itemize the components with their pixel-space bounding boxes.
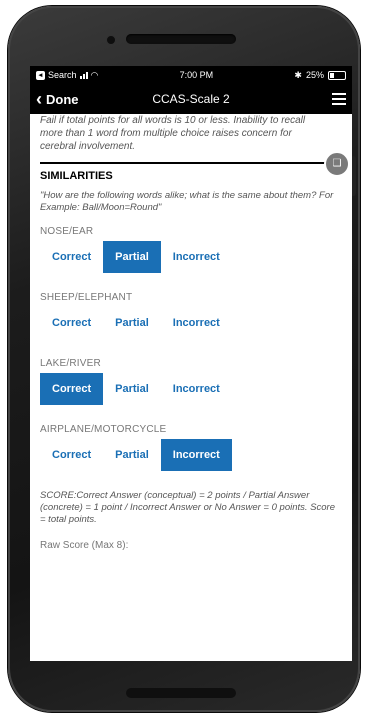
partial-button[interactable]: Partial <box>103 307 161 339</box>
incorrect-button[interactable]: Incorrect <box>161 373 232 405</box>
done-button[interactable]: ‹ Done <box>30 90 79 108</box>
item-label: AIRPLANE/MOTORCYCLE <box>40 424 167 435</box>
item-label: SHEEP/ELEPHANT <box>40 292 133 303</box>
choice-group: Correct Partial Incorrect <box>40 373 342 405</box>
screen: ◂ Search ◠ 7:00 PM ✱ 25% ‹ Done CCAS-Sca… <box>30 66 352 661</box>
choice-group: Correct Partial Incorrect <box>40 307 342 339</box>
section-title: SIMILARITIES <box>40 170 113 182</box>
raw-score-label: Raw Score (Max 8): <box>40 540 129 551</box>
choice-group: Correct Partial Incorrect <box>40 439 342 471</box>
battery-percent: 25% <box>305 70 324 80</box>
status-bar: ◂ Search ◠ 7:00 PM ✱ 25% <box>30 66 352 84</box>
item-sheep-elephant: SHEEP/ELEPHANT Correct Partial Incorrect <box>40 292 342 339</box>
item-airplane-motorcycle: AIRPLANE/MOTORCYCLE Correct Partial Inco… <box>40 424 342 471</box>
status-left: ◂ Search ◠ <box>36 70 98 81</box>
done-label: Done <box>46 91 79 107</box>
item-label: NOSE/EAR <box>40 226 94 237</box>
bottom-speaker-grille <box>126 688 236 698</box>
back-app-label[interactable]: Search <box>48 70 77 80</box>
bluetooth-icon: ✱ <box>294 69 302 80</box>
form-content: Fail if total points for all words is 10… <box>30 114 352 551</box>
partial-button[interactable]: Partial <box>103 373 161 405</box>
menu-icon[interactable] <box>332 93 346 105</box>
correct-button[interactable]: Correct <box>40 241 103 273</box>
incorrect-button[interactable]: Incorrect <box>161 241 232 273</box>
correct-button[interactable]: Correct <box>40 373 104 405</box>
section-divider <box>40 162 342 164</box>
intro-text: Fail if total points for all words is 10… <box>40 115 306 152</box>
wifi-icon: ◠ <box>90 69 99 80</box>
partial-button[interactable]: Partial <box>103 439 161 471</box>
correct-button[interactable]: Correct <box>40 307 103 339</box>
phone-frame: ◂ Search ◠ 7:00 PM ✱ 25% ‹ Done CCAS-Sca… <box>8 6 360 712</box>
incorrect-button[interactable]: Incorrect <box>161 307 232 339</box>
battery-icon <box>327 70 346 80</box>
section-prompt: "How are the following words alike; what… <box>40 190 334 213</box>
signal-icon <box>79 71 88 79</box>
item-lake-river: LAKE/RIVER Correct Partial Incorrect <box>40 358 342 405</box>
speaker-grille <box>126 34 236 44</box>
incorrect-button[interactable]: Incorrect <box>160 439 232 471</box>
status-right: ✱ 25% <box>294 70 346 81</box>
correct-button[interactable]: Correct <box>40 439 103 471</box>
book-icon[interactable]: ❑ <box>324 151 350 177</box>
score-text: SCORE:Correct Answer (conceptual) = 2 po… <box>40 490 335 525</box>
chevron-left-icon: ‹ <box>36 89 42 109</box>
partial-button[interactable]: Partial <box>103 241 161 273</box>
back-app-icon[interactable]: ◂ <box>36 70 45 80</box>
item-nose-ear: NOSE/EAR Correct Partial Incorrect <box>40 226 342 273</box>
nav-bar: ‹ Done CCAS-Scale 2 <box>30 84 352 114</box>
camera-icon <box>106 35 116 45</box>
choice-group: Correct Partial Incorrect <box>40 241 342 273</box>
item-label: LAKE/RIVER <box>40 358 101 369</box>
status-time: 7:00 PM <box>179 70 214 80</box>
